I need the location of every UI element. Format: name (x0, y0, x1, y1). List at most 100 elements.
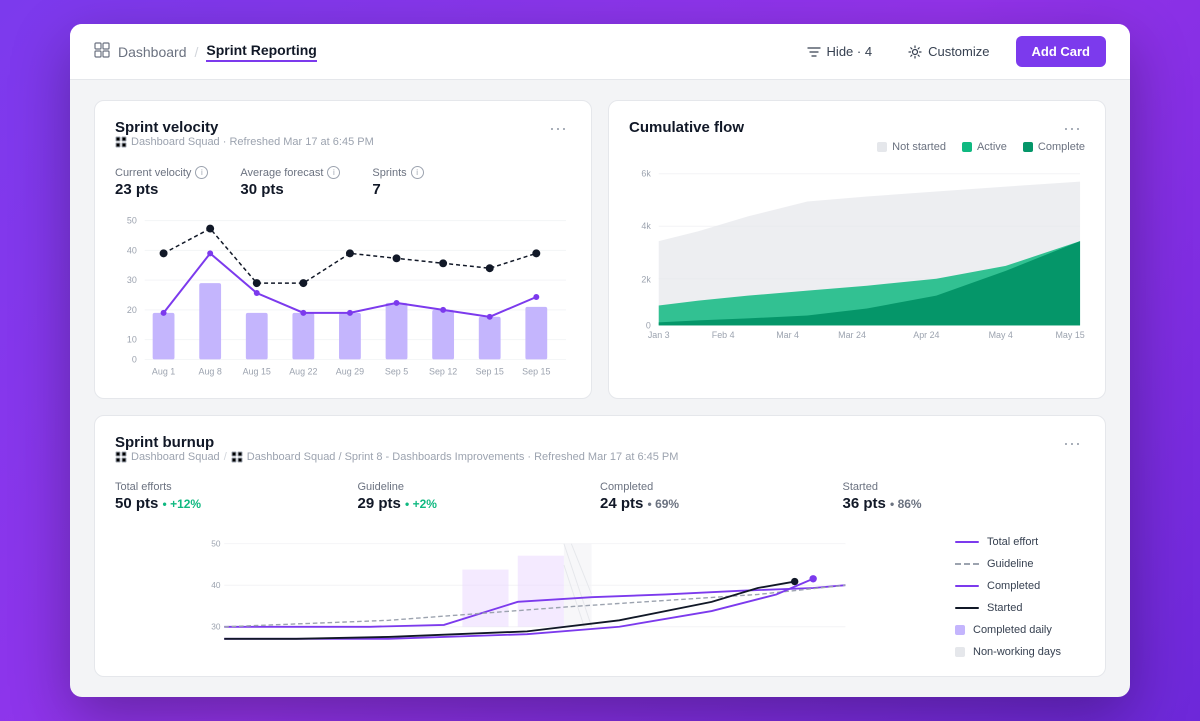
header-actions: Hide · 4 Customize Add Card (797, 36, 1106, 67)
sprint-burnup-more-button[interactable]: ··· (1059, 434, 1085, 452)
breadcrumb-parent[interactable]: Dashboard (118, 44, 187, 60)
average-forecast-metric: Average forecast i 30 pts (240, 166, 340, 198)
sprint-burnup-subtitle: Dashboard Squad / Dashboard Squad / Spri… (115, 451, 678, 463)
completed-line (955, 585, 979, 587)
average-forecast-info[interactable]: i (327, 166, 340, 179)
content-area: Sprint velocity Dashboard Squad · Refres… (70, 80, 1130, 697)
svg-text:4k: 4k (641, 221, 651, 231)
svg-text:Mar 4: Mar 4 (776, 330, 799, 340)
svg-text:2k: 2k (641, 275, 651, 285)
sprint-velocity-subtitle: Dashboard Squad · Refreshed Mar 17 at 6:… (115, 136, 374, 148)
started-metric: Started 36 pts • 86% (843, 481, 1086, 512)
cf-legend: Not started Active Complete (629, 141, 1085, 153)
legend-not-started-dot (877, 142, 887, 152)
svg-text:50: 50 (211, 538, 221, 548)
hide-button[interactable]: Hide · 4 (797, 38, 883, 65)
sprint-velocity-chart: 50 40 30 20 10 0 (115, 210, 571, 380)
sprint-velocity-more-button[interactable]: ··· (545, 119, 571, 137)
burnup-card-header: Sprint burnup Dashboard Squad / (115, 434, 1085, 477)
legend-complete: Complete (1023, 141, 1085, 153)
team-icon (115, 136, 127, 148)
legend-completed-daily: Completed daily (955, 624, 1085, 636)
app-container: Dashboard / Sprint Reporting Hide · 4 Cu… (70, 24, 1130, 697)
svg-text:40: 40 (127, 245, 137, 255)
breadcrumb-active: Sprint Reporting (206, 42, 316, 62)
burnup-chart: 50 40 30 (115, 528, 939, 648)
svg-text:Aug 22: Aug 22 (289, 366, 317, 376)
svg-text:Aug 8: Aug 8 (199, 366, 222, 376)
cumulative-flow-more-button[interactable]: ··· (1059, 119, 1085, 137)
svg-text:0: 0 (132, 354, 137, 364)
svg-text:40: 40 (211, 580, 221, 590)
svg-text:Aug 15: Aug 15 (243, 366, 271, 376)
svg-text:May 4: May 4 (989, 330, 1013, 340)
burnup-legend: Total effort Guideline Completed Started (955, 528, 1085, 658)
burnup-chart-content: 50 40 30 (115, 528, 1085, 658)
svg-text:Aug 29: Aug 29 (336, 366, 364, 376)
card-header: Sprint velocity Dashboard Squad · Refres… (115, 119, 571, 162)
card-title-group: Sprint velocity Dashboard Squad · Refres… (115, 119, 374, 162)
filter-icon (807, 45, 821, 59)
breadcrumb: Dashboard / Sprint Reporting (94, 42, 317, 62)
cumulative-flow-card: Cumulative flow ··· Not started Active C… (608, 100, 1106, 399)
svg-text:30: 30 (127, 275, 137, 285)
svg-text:Jan 3: Jan 3 (648, 330, 670, 340)
top-row: Sprint velocity Dashboard Squad · Refres… (94, 100, 1106, 399)
sprint-velocity-card: Sprint velocity Dashboard Squad · Refres… (94, 100, 592, 399)
burnup-title-group: Sprint burnup Dashboard Squad / (115, 434, 678, 477)
svg-text:Aug 1: Aug 1 (152, 366, 175, 376)
legend-total-effort: Total effort (955, 536, 1085, 548)
gear-icon (908, 45, 922, 59)
cumulative-flow-chart: 6k 4k 2k 0 (629, 161, 1085, 346)
add-card-button[interactable]: Add Card (1016, 36, 1107, 67)
svg-text:10: 10 (127, 335, 137, 345)
legend-completed: Completed (955, 580, 1085, 592)
svg-text:Sep 12: Sep 12 (429, 366, 457, 376)
average-forecast-value: 30 pts (240, 181, 340, 198)
sprint-icon (231, 451, 243, 463)
sprints-value: 7 (372, 181, 423, 198)
team-icon-burnup (115, 451, 127, 463)
sprint-burnup-title: Sprint burnup (115, 434, 678, 451)
svg-text:Feb 4: Feb 4 (712, 330, 735, 340)
cf-card-header: Cumulative flow ··· (629, 119, 1085, 137)
sprints-info[interactable]: i (411, 166, 424, 179)
dashboard-icon (94, 42, 110, 61)
completed-metric: Completed 24 pts • 69% (600, 481, 843, 512)
svg-text:Sep 5: Sep 5 (385, 366, 408, 376)
header: Dashboard / Sprint Reporting Hide · 4 Cu… (70, 24, 1130, 80)
svg-text:Sep 15: Sep 15 (476, 366, 504, 376)
sprint-velocity-subtitle-text: Dashboard Squad · Refreshed Mar 17 at 6:… (131, 136, 374, 148)
started-line (955, 607, 979, 609)
svg-text:30: 30 (211, 622, 221, 632)
current-velocity-metric: Current velocity i 23 pts (115, 166, 208, 198)
svg-text:6k: 6k (641, 169, 651, 179)
svg-text:Sep 15: Sep 15 (522, 366, 550, 376)
sprint-velocity-title: Sprint velocity (115, 119, 374, 136)
breadcrumb-separator: / (195, 44, 199, 60)
legend-started: Started (955, 602, 1085, 614)
legend-active: Active (962, 141, 1007, 153)
burnup-metrics: Total efforts 50 pts • +12% Guideline 29… (115, 481, 1085, 512)
cumulative-flow-title: Cumulative flow (629, 119, 744, 136)
svg-text:Apr 24: Apr 24 (913, 330, 939, 340)
completed-daily-box (955, 625, 965, 635)
guideline-line (955, 563, 979, 565)
legend-not-started: Not started (877, 141, 946, 153)
svg-text:May 15: May 15 (1056, 330, 1085, 340)
legend-non-working-days: Non-working days (955, 646, 1085, 658)
current-velocity-info[interactable]: i (195, 166, 208, 179)
customize-button[interactable]: Customize (898, 38, 999, 65)
current-velocity-value: 23 pts (115, 181, 208, 198)
non-working-days-box (955, 647, 965, 657)
total-effort-line (955, 541, 979, 543)
legend-guideline: Guideline (955, 558, 1085, 570)
sprint-velocity-metrics: Current velocity i 23 pts Average foreca… (115, 166, 571, 198)
svg-text:20: 20 (127, 305, 137, 315)
guideline-metric: Guideline 29 pts • +2% (358, 481, 601, 512)
svg-text:0: 0 (646, 320, 651, 330)
sprints-metric: Sprints i 7 (372, 166, 423, 198)
svg-text:Mar 24: Mar 24 (838, 330, 866, 340)
legend-complete-dot (1023, 142, 1033, 152)
sprint-burnup-card: Sprint burnup Dashboard Squad / (94, 415, 1106, 677)
